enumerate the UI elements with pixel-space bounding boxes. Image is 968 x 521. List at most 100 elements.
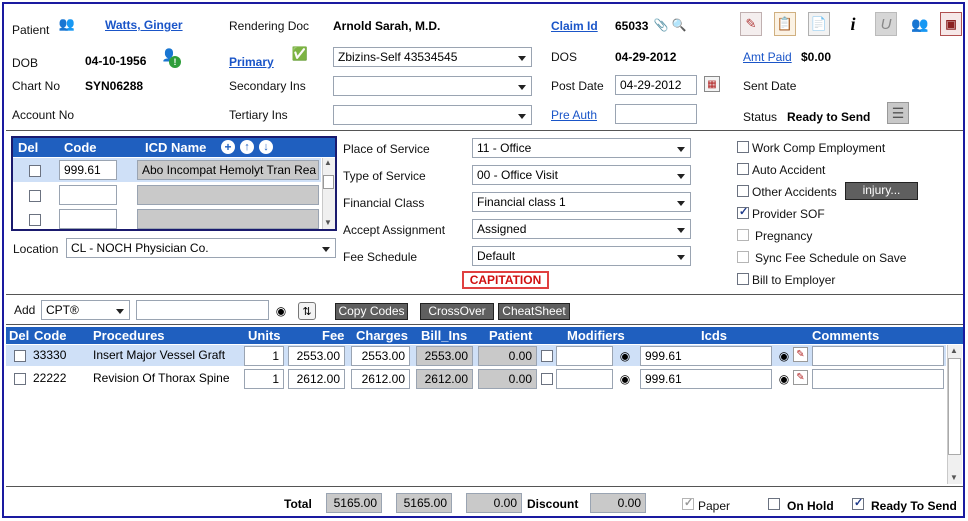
account-no-label: Account No — [12, 108, 75, 122]
claim-id-link[interactable]: Claim Id — [551, 19, 598, 33]
pregnancy-label: Pregnancy — [755, 229, 813, 243]
paper-checkbox[interactable] — [682, 496, 694, 510]
icd-row-2-delete-checkbox[interactable] — [29, 190, 41, 202]
proc-row-1-fee-input[interactable]: 2553.00 — [288, 346, 345, 366]
header-divider — [6, 130, 963, 131]
patient-lookup-icon[interactable]: 👥 — [58, 15, 76, 33]
proc-row-2-charges-input[interactable]: 2612.00 — [351, 369, 410, 389]
icd-scroll-up-icon[interactable]: ▲ — [324, 158, 332, 167]
accept-assignment-select[interactable]: Assigned — [472, 219, 691, 239]
fee-schedule-select[interactable]: Default — [472, 246, 691, 266]
proc-scroll-thumb[interactable] — [948, 358, 961, 455]
proc-row-2-modifier-checkbox[interactable] — [541, 373, 553, 385]
calendar-icon[interactable]: ▦ — [704, 76, 720, 92]
secondary-ins-select[interactable] — [333, 76, 532, 96]
documents-icon[interactable]: 📋 — [774, 12, 796, 36]
proc-row-2-delete-checkbox[interactable] — [14, 373, 26, 385]
amt-paid-value: $0.00 — [801, 50, 832, 64]
patient-card-icon[interactable]: 👥 — [908, 12, 932, 36]
notes-icon[interactable]: 📄 — [808, 12, 830, 36]
binoculars-search-icon[interactable]: ◉ — [272, 302, 290, 320]
proc-row-2-comment-input[interactable] — [812, 369, 944, 389]
financial-class-label: Financial Class — [343, 196, 425, 210]
type-of-service-select[interactable]: 00 - Office Visit — [472, 165, 691, 185]
pre-auth-link[interactable]: Pre Auth — [551, 108, 597, 122]
proc-row-1-icds-input[interactable]: 999.61 — [640, 346, 772, 366]
proc-row-2-modifier-search-icon[interactable]: ◉ — [616, 370, 634, 388]
work-comp-checkbox[interactable] — [737, 141, 749, 153]
location-label: Location — [13, 242, 59, 256]
icd-row-2-code-input[interactable] — [59, 185, 117, 205]
proc-code-header: Code — [34, 328, 67, 343]
icd-scroll-down-icon[interactable]: ▼ — [324, 218, 332, 227]
patient-name-link[interactable]: Watts, Ginger — [105, 18, 183, 32]
proc-row-1-modifier-input[interactable] — [556, 346, 613, 366]
provider-sof-checkbox[interactable] — [737, 205, 749, 219]
proc-row-1-comment-input[interactable] — [812, 346, 944, 366]
injury-button[interactable]: injury... — [845, 182, 918, 200]
dos-label: DOS — [551, 50, 578, 64]
pre-auth-input[interactable] — [615, 104, 697, 124]
search-claim-icon[interactable]: 🔍 — [670, 16, 688, 34]
tertiary-ins-select[interactable] — [333, 105, 532, 125]
ready-to-send-checkbox[interactable] — [852, 496, 864, 510]
eligibility-check-icon[interactable]: ✅ — [291, 45, 309, 63]
secondary-ins-label: Secondary Ins — [229, 79, 306, 93]
icd-scroll-thumb[interactable] — [323, 175, 334, 189]
post-date-label: Post Date — [551, 79, 604, 93]
icd-row-3-delete-checkbox[interactable] — [29, 214, 41, 226]
auto-accident-checkbox[interactable] — [737, 163, 749, 175]
attachment-icon[interactable]: 📎 — [652, 16, 670, 34]
place-of-service-select[interactable]: 11 - Office — [472, 138, 691, 158]
move-up-icon[interactable]: ↑ — [240, 140, 254, 154]
underline-icon[interactable]: U — [875, 12, 897, 36]
bill-employer-checkbox[interactable] — [737, 273, 749, 285]
ledger-icon[interactable]: ▣ — [940, 12, 962, 36]
swap-order-icon[interactable]: ⇅ — [298, 302, 316, 320]
place-of-service-label: Place of Service — [343, 142, 430, 156]
ready-to-send-label: Ready To Send — [871, 499, 957, 513]
icd-row-1-code-input[interactable]: 999.61 — [59, 160, 117, 180]
status-value: Ready to Send — [787, 110, 871, 124]
proc-row-1-charges-input[interactable]: 2553.00 — [351, 346, 410, 366]
proc-row-2-fee-input[interactable]: 2612.00 — [288, 369, 345, 389]
discount-label: Discount — [527, 497, 579, 511]
list-view-icon[interactable]: ☰ — [887, 102, 909, 124]
amt-paid-link[interactable]: Amt Paid — [743, 50, 792, 64]
other-accidents-checkbox[interactable] — [737, 185, 749, 197]
proc-row-1-units-input[interactable]: 1 — [244, 346, 284, 366]
proc-row-2-icd-search-icon[interactable]: ◉ — [775, 370, 793, 388]
proc-row-1-procedure: Insert Major Vessel Graft — [93, 348, 226, 362]
on-hold-checkbox[interactable] — [768, 498, 780, 510]
primary-ins-select[interactable]: Zbizins-Self 43534545 — [333, 47, 532, 67]
proc-row-1-edit-icon[interactable]: ✎ — [793, 347, 808, 362]
info-icon[interactable]: i — [842, 12, 864, 36]
procedure-search-input[interactable] — [136, 300, 269, 320]
icd-row-3-code-input[interactable] — [59, 209, 117, 229]
copy-codes-button[interactable]: Copy Codes — [335, 303, 408, 320]
sync-fee-checkbox[interactable] — [737, 251, 749, 263]
proc-row-2-units-input[interactable]: 1 — [244, 369, 284, 389]
edit-form-icon[interactable]: ✎ — [740, 12, 762, 36]
proc-row-1-icd-search-icon[interactable]: ◉ — [775, 347, 793, 365]
add-icd-icon[interactable]: + — [221, 140, 235, 154]
location-select[interactable]: CL - NOCH Physician Co. — [66, 238, 336, 258]
proc-row-1-modifier-search-icon[interactable]: ◉ — [616, 347, 634, 365]
post-date-input[interactable]: 04-29-2012 — [615, 75, 697, 95]
proc-scroll-down-icon[interactable]: ▼ — [950, 473, 958, 482]
financial-class-select[interactable]: Financial class 1 — [472, 192, 691, 212]
proc-scroll-up-icon[interactable]: ▲ — [950, 346, 958, 355]
crossover-button[interactable]: CrossOver — [420, 303, 494, 320]
total-label: Total — [284, 497, 312, 511]
pregnancy-checkbox[interactable] — [737, 229, 749, 241]
proc-row-2-edit-icon[interactable]: ✎ — [793, 370, 808, 385]
proc-row-2-modifier-input[interactable] — [556, 369, 613, 389]
proc-row-2-icds-input[interactable]: 999.61 — [640, 369, 772, 389]
proc-row-1-modifier-checkbox[interactable] — [541, 350, 553, 362]
move-down-icon[interactable]: ↓ — [259, 140, 273, 154]
primary-ins-link[interactable]: Primary — [229, 55, 274, 69]
proc-row-1-delete-checkbox[interactable] — [14, 350, 26, 362]
add-code-type-select[interactable]: CPT® — [41, 300, 130, 320]
icd-row-1-delete-checkbox[interactable] — [29, 165, 41, 177]
cheatsheet-button[interactable]: CheatSheet — [498, 303, 570, 320]
